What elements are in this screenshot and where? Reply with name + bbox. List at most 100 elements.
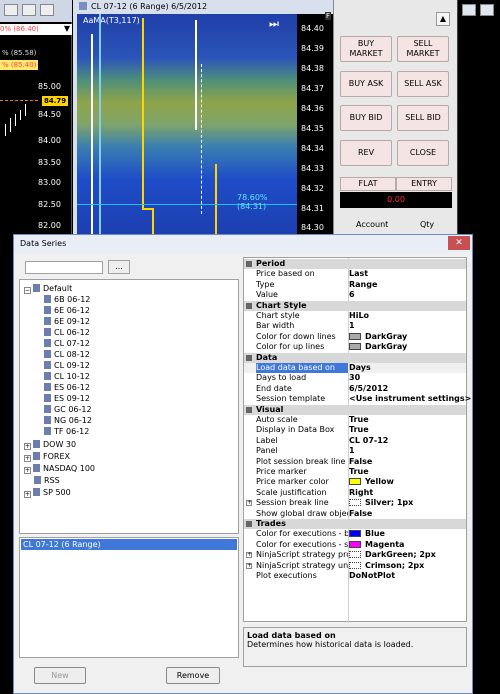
property-row[interactable]: Load data based on Days — [244, 363, 466, 373]
property-category[interactable]: Visual — [244, 404, 466, 415]
property-row[interactable]: Plot executions DoNotPlot — [244, 571, 466, 581]
property-row[interactable]: Label CL 07-12 — [244, 436, 466, 446]
property-row[interactable]: + NinjaScript strategy profit DarkGreen; 2… — [244, 550, 466, 560]
property-value[interactable]: 6/5/2012 — [349, 384, 388, 394]
main-chart-window[interactable]: CL 07-12 (6 Range) 6/5/2012 AaMA(T3,117)… — [73, 0, 333, 235]
tree-node-group[interactable]: RSS — [34, 476, 60, 486]
property-row[interactable]: Auto scale True — [244, 415, 466, 425]
property-row[interactable]: Chart style HiLo — [244, 311, 466, 321]
minimize-icon[interactable] — [4, 4, 18, 16]
property-row[interactable]: Plot session break line False — [244, 457, 466, 467]
property-row[interactable]: + NinjaScript strategy unprc Crimson; 2px — [244, 561, 466, 571]
property-row[interactable]: Scale justification Right — [244, 488, 466, 498]
property-row[interactable]: Panel 1 — [244, 446, 466, 456]
property-value[interactable]: Last — [349, 269, 368, 279]
tree-leaf[interactable]: CL 10-12 — [44, 372, 90, 382]
sell-bid-button[interactable]: SELL BID — [397, 105, 449, 131]
property-value[interactable]: Magenta — [349, 540, 404, 550]
property-row[interactable]: Price based on Last — [244, 269, 466, 279]
tree-leaf[interactable]: ES 09-12 — [44, 394, 90, 404]
property-value[interactable]: HiLo — [349, 311, 369, 321]
expand-icon[interactable]: + — [246, 552, 252, 559]
collapse-icon[interactable] — [246, 521, 252, 527]
property-row[interactable]: Price marker True — [244, 467, 466, 477]
property-value[interactable]: <Use instrument settings> — [349, 394, 471, 404]
sell-market-button[interactable]: SELL MARKET — [397, 36, 449, 62]
property-row[interactable]: End date 6/5/2012 — [244, 384, 466, 394]
property-grid[interactable]: Period Price based on Last Type Range Value 6 C… — [243, 257, 471, 623]
restore-icon[interactable] — [22, 4, 36, 16]
property-category[interactable]: Chart Style — [244, 300, 466, 311]
property-value[interactable]: True — [349, 415, 369, 425]
property-value[interactable]: Days — [349, 363, 371, 373]
tree-node-group[interactable]: + FOREX — [24, 452, 70, 462]
property-value[interactable]: 1 — [349, 446, 355, 456]
tree-leaf[interactable]: NG 06-12 — [44, 416, 92, 426]
expand-icon[interactable]: + — [24, 455, 31, 462]
tree-leaf[interactable]: CL 06-12 — [44, 328, 90, 338]
property-value[interactable]: True — [349, 467, 369, 477]
property-row[interactable]: Show global draw objectsFalse — [244, 509, 466, 519]
collapse-icon[interactable]: − — [24, 287, 31, 294]
property-value[interactable]: 6 — [349, 290, 355, 300]
dialog-title-bar[interactable]: Data Series ✕ — [14, 235, 472, 253]
tree-leaf[interactable]: TF 06-12 — [44, 427, 89, 437]
property-row[interactable]: Days to load 30 — [244, 373, 466, 383]
buy-bid-button[interactable]: BUY BID — [340, 105, 392, 131]
scroll-up-icon[interactable]: ▲ — [436, 12, 450, 26]
new-button[interactable]: New — [34, 667, 86, 684]
tree-leaf[interactable]: ES 06-12 — [44, 383, 90, 393]
tree-leaf[interactable]: CL 09-12 — [44, 361, 90, 371]
property-category[interactable]: Trades — [244, 519, 466, 529]
property-value[interactable]: DoNotPlot — [349, 571, 395, 581]
property-category[interactable]: Data — [244, 352, 466, 363]
left-chart[interactable]: 0% (86.40) ▼ % (85.58) % (85.40) 84.79 8… — [0, 0, 72, 235]
property-row[interactable]: Color for executions - buy Blue — [244, 529, 466, 539]
property-value[interactable]: Crimson; 2px — [349, 561, 424, 571]
expand-icon[interactable]: + — [246, 562, 252, 569]
property-value[interactable]: False — [349, 509, 372, 519]
collapse-icon[interactable] — [246, 302, 252, 309]
minimize-icon[interactable] — [462, 4, 476, 16]
dropdown-arrow-icon[interactable]: ▼ — [64, 24, 70, 33]
expand-icon[interactable]: + — [24, 467, 31, 474]
collapse-icon[interactable] — [246, 261, 252, 267]
property-row[interactable]: Price marker color Yellow — [244, 477, 466, 487]
tree-node-group[interactable]: + NASDAQ 100 — [24, 464, 95, 474]
tree-leaf[interactable]: CL 08-12 — [44, 350, 90, 360]
close-icon[interactable]: ✕ — [448, 236, 470, 250]
collapse-icon[interactable] — [246, 354, 252, 361]
expand-icon[interactable]: + — [24, 491, 31, 498]
tree-leaf[interactable]: CL 07-12 — [44, 339, 90, 349]
tree-node-group[interactable]: + DOW 30 — [24, 440, 76, 450]
tree-leaf[interactable]: 6E 06-12 — [44, 306, 90, 316]
buy-ask-button[interactable]: BUY ASK — [340, 71, 392, 97]
property-value[interactable]: Blue — [349, 529, 385, 539]
property-row[interactable]: Type Range — [244, 280, 466, 290]
property-row[interactable]: + Session break line Silver; 1px — [244, 498, 466, 508]
scroll-to-end-icon[interactable]: ⏭ — [269, 17, 279, 31]
property-value[interactable]: DarkGray — [349, 342, 407, 352]
expand-icon[interactable]: + — [24, 443, 31, 450]
property-value[interactable]: Yellow — [349, 477, 394, 487]
property-value[interactable]: CL 07-12 — [349, 436, 388, 446]
property-value[interactable]: 30 — [349, 373, 360, 383]
property-row[interactable]: Value 6 — [244, 290, 466, 300]
property-row[interactable]: Color for executions - sell Magenta — [244, 540, 466, 550]
property-value[interactable]: Range — [349, 280, 377, 290]
price-plot[interactable]: AaMA(T3,117) ⏭ 78.60% (84.31) — [77, 14, 297, 235]
tree-node-group[interactable]: + SP 500 — [24, 488, 71, 498]
property-value[interactable]: True — [349, 425, 369, 435]
buy-market-button[interactable]: BUY MARKET — [340, 36, 392, 62]
tree-leaf[interactable]: GC 06-12 — [44, 405, 92, 415]
selected-series-item[interactable]: CL 07-12 (6 Range) — [21, 539, 237, 550]
browse-button[interactable]: ... — [108, 260, 130, 274]
reverse-button[interactable]: REV — [340, 140, 392, 166]
property-value[interactable]: DarkGray — [349, 332, 407, 342]
property-row[interactable]: Color for up lines DarkGray — [244, 342, 466, 352]
right-chart-strip[interactable] — [457, 0, 500, 235]
expand-icon[interactable]: + — [246, 500, 252, 507]
property-row[interactable]: Bar width 1 — [244, 321, 466, 331]
property-row[interactable]: Color for down lines DarkGray — [244, 332, 466, 342]
property-row[interactable]: Display in Data Box True — [244, 425, 466, 435]
